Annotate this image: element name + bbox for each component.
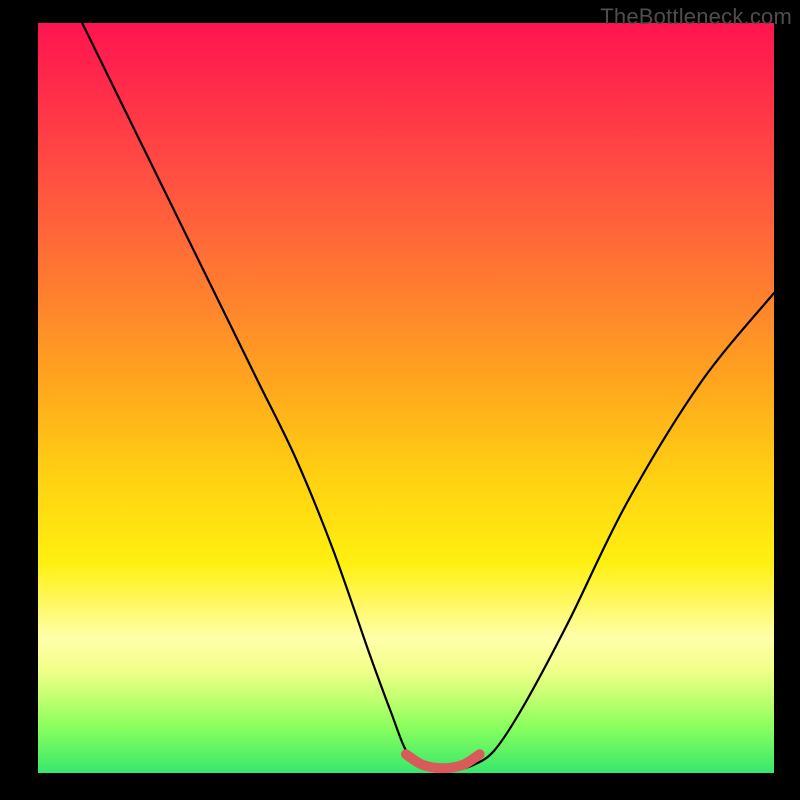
curve-path xyxy=(82,23,774,770)
plot-area xyxy=(38,23,774,773)
watermark-text: TheBottleneck.com xyxy=(600,4,792,30)
chart-svg xyxy=(38,23,774,773)
trough-highlight-path xyxy=(406,754,480,768)
chart-frame: TheBottleneck.com xyxy=(0,0,800,800)
